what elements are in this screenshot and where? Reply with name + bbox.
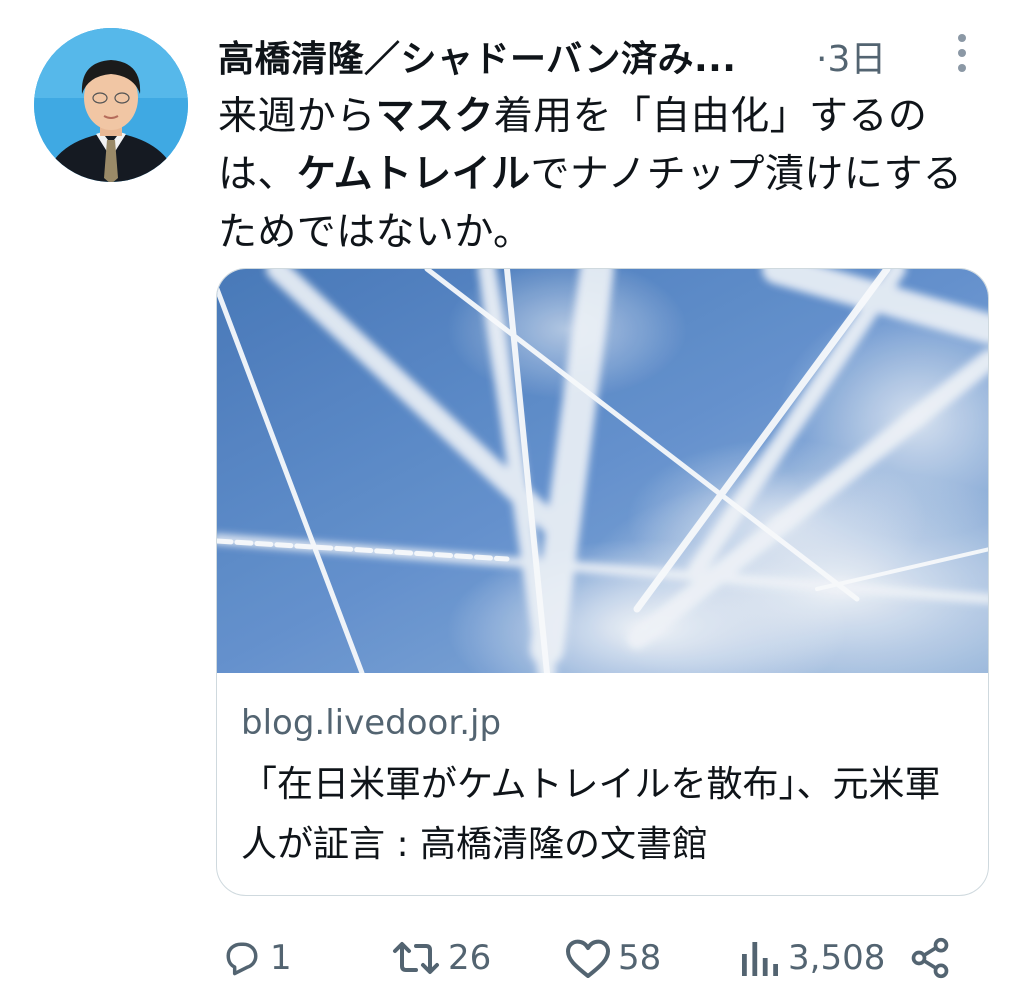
tweet-bold-mask: マスク [375,94,494,139]
like-count: 58 [618,938,662,978]
link-card[interactable]: blog.livedoor.jp 「在日米軍がケムトレイルを散布」、元米軍人が証… [216,268,989,896]
views-count: 3,508 [788,938,886,978]
card-image [217,269,988,673]
tweet-text: 来週からマスク着用を「自由化」するのは、ケムトレイルでナノチップ漬けにするためで… [218,88,998,262]
avatar[interactable] [34,28,188,182]
retweet-count: 26 [448,938,492,978]
action-bar: 1 26 58 3,508 [218,930,978,986]
reply-button[interactable]: 1 [220,930,292,986]
retweet-button[interactable]: 26 [390,930,491,986]
reply-icon [226,942,258,976]
card-title: 「在日米軍がケムトレイルを散布」、元米軍人が証言 : 高橋清隆の文書館 [241,764,941,865]
avatar-photo [34,28,188,182]
share-button[interactable] [908,930,958,986]
views-button[interactable]: 3,508 [738,930,885,986]
like-button[interactable]: 58 [564,930,661,986]
tweet-header: 高橋清隆／シャドーバン済み... ·3日 [218,26,978,86]
share-icon [911,937,949,979]
more-button[interactable] [944,28,980,78]
card-domain: blog.livedoor.jp [241,703,502,743]
tweet-meta: ·3日 [816,30,886,82]
reply-count: 1 [270,938,292,978]
views-icon [742,942,778,976]
author-name[interactable]: 高橋清隆／シャドーバン済み... [218,30,736,82]
tweet-text-part1: 来週から [218,94,376,139]
retweet-icon [393,942,439,974]
more-vertical-icon [958,34,966,72]
tweet-bold-chemtrail: ケムトレイル [296,152,531,197]
meta-separator: · [816,39,828,80]
heart-icon [566,939,610,978]
tweet-timestamp[interactable]: 3日 [827,39,886,80]
